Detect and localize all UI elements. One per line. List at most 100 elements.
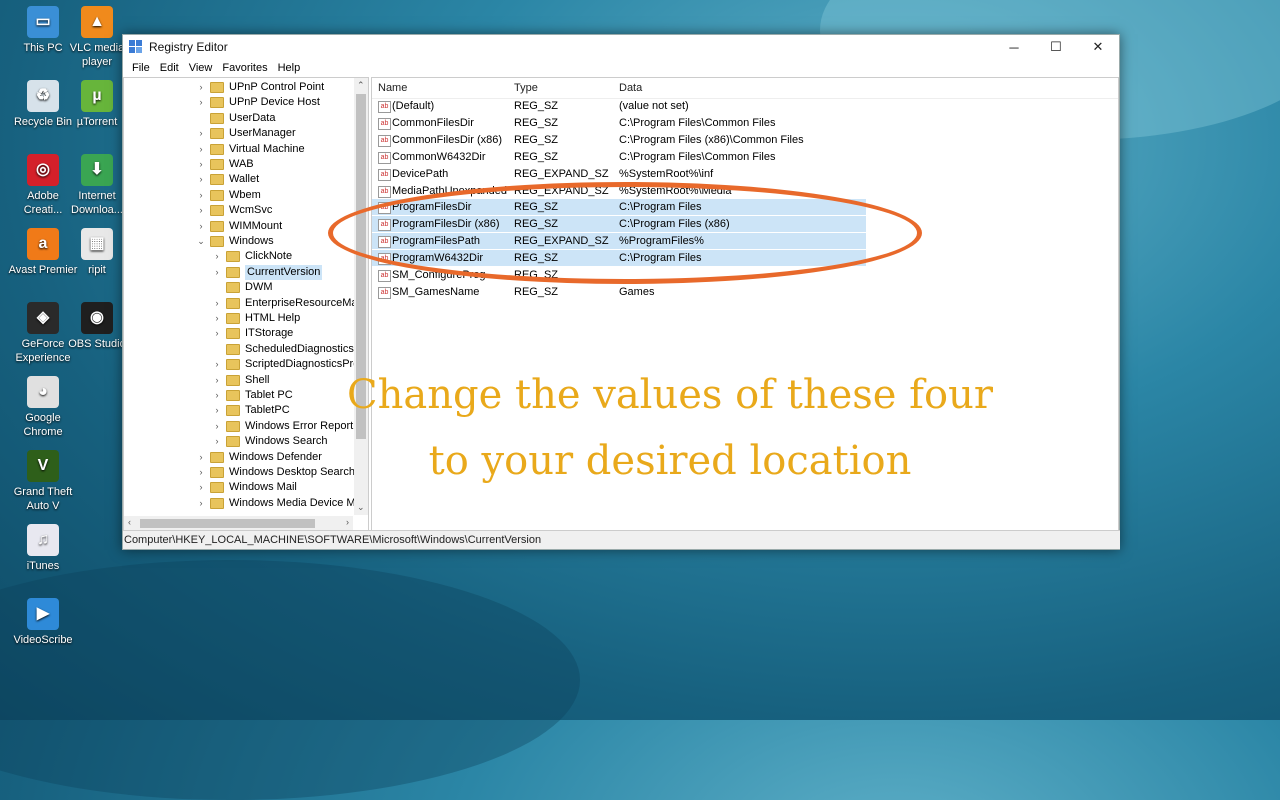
menu-edit[interactable]: Edit <box>155 59 184 77</box>
chevron-right-icon[interactable]: › <box>196 219 206 234</box>
folder-icon <box>226 420 240 432</box>
tree-item-label: WIMMount <box>229 219 283 232</box>
chevron-right-icon[interactable]: › <box>212 296 222 311</box>
chevron-right-icon[interactable]: › <box>212 311 222 326</box>
chevron-right-icon[interactable]: › <box>196 465 206 480</box>
list-row[interactable]: ab (Default) REG_SZ (value not set) <box>372 98 866 114</box>
tree-item[interactable]: › UPnP Device Host <box>196 95 320 110</box>
list-row[interactable]: ab SM_GamesName REG_SZ Games <box>372 284 866 300</box>
chevron-right-icon[interactable]: › <box>196 172 206 187</box>
tree-item[interactable]: › Windows Mail <box>196 480 297 495</box>
string-value-icon: ab <box>378 151 391 164</box>
chevron-right-icon[interactable]: › <box>212 434 222 449</box>
tree-item[interactable]: › Wbem <box>196 188 261 203</box>
chevron-right-icon[interactable]: › <box>212 388 222 403</box>
scroll-down-icon[interactable]: ⌄ <box>357 502 365 513</box>
string-value-icon: ab <box>378 286 391 299</box>
list-row[interactable]: ab DevicePath REG_EXPAND_SZ %SystemRoot%\in… <box>372 166 866 182</box>
tree-item[interactable]: › WAB <box>196 157 254 172</box>
tree-item[interactable]: › Shell <box>212 373 269 388</box>
desktop-app-icon: ▦ <box>81 228 113 260</box>
chevron-right-icon[interactable]: › <box>196 203 206 218</box>
tree-item[interactable]: › UserManager <box>196 126 296 141</box>
chevron-right-icon[interactable]: › <box>196 480 206 495</box>
chevron-right-icon[interactable]: › <box>212 357 222 372</box>
tree-item[interactable]: › WIMMount <box>196 219 282 234</box>
list-row[interactable]: ab CommonW6432Dir REG_SZ C:\Program Files\C… <box>372 149 866 165</box>
tree-item[interactable]: › HTML Help <box>212 311 300 326</box>
chevron-right-icon[interactable]: › <box>212 265 222 280</box>
tree-item[interactable]: ScheduledDiagnostics <box>212 342 354 357</box>
menu-favorites[interactable]: Favorites <box>217 59 272 77</box>
chevron-right-icon[interactable]: › <box>212 326 222 341</box>
desktop-app-icon: a <box>27 228 59 260</box>
chevron-right-icon[interactable]: › <box>212 249 222 264</box>
list-row[interactable]: ab CommonFilesDir (x86) REG_SZ C:\Program F… <box>372 132 866 148</box>
menu-file[interactable]: File <box>127 59 155 77</box>
maximize-button[interactable]: ☐ <box>1035 35 1077 59</box>
chevron-right-icon[interactable]: › <box>196 157 206 172</box>
tree-item[interactable]: › UPnP Control Point <box>196 80 324 95</box>
list-row[interactable]: ab CommonFilesDir REG_SZ C:\Program Files\C… <box>372 115 866 131</box>
chevron-right-icon[interactable]: › <box>196 126 206 141</box>
column-header-data[interactable]: Data <box>619 82 642 94</box>
annotation-circle <box>328 182 922 284</box>
desktop-app-icon: ▭ <box>27 6 59 38</box>
scroll-right-icon[interactable]: › <box>346 517 349 527</box>
chevron-right-icon[interactable]: › <box>212 419 222 434</box>
folder-icon <box>226 374 240 386</box>
desktop-icon[interactable]: ▶ VideoScribe <box>8 598 78 647</box>
menu-view[interactable]: View <box>184 59 218 77</box>
tree-item-label: Windows Error Reportin <box>245 419 362 432</box>
tree-item[interactable]: › TabletPC <box>212 403 290 418</box>
tree-horizontal-scroll-thumb[interactable] <box>140 519 315 528</box>
tree-item[interactable]: › Virtual Machine <box>196 142 305 157</box>
tree-item[interactable]: › Windows Defender <box>196 450 322 465</box>
value-data: (value not set) <box>619 100 689 112</box>
chevron-down-icon[interactable]: ⌄ <box>196 234 206 249</box>
chevron-right-icon[interactable]: › <box>196 188 206 203</box>
value-data: Games <box>619 285 655 298</box>
tree-item[interactable]: › Wallet <box>196 172 259 187</box>
tree-item[interactable]: › Windows Error Reportin <box>212 419 362 434</box>
chevron-right-icon[interactable]: › <box>196 450 206 465</box>
desktop-icon[interactable]: V Grand Theft Auto V <box>8 450 78 513</box>
desktop-icon[interactable]: ◕ Google Chrome <box>8 376 78 439</box>
minimize-button[interactable]: ─ <box>993 35 1035 59</box>
tree-item[interactable]: › Windows Media Device Ma <box>196 496 362 511</box>
chevron-right-icon[interactable]: › <box>196 142 206 157</box>
column-header-type[interactable]: Type <box>514 82 538 94</box>
tree-item[interactable]: › Tablet PC <box>212 388 293 403</box>
column-header-name[interactable]: Name <box>378 82 407 94</box>
chevron-right-icon[interactable]: › <box>196 80 206 95</box>
status-bar-path: Computer\HKEY_LOCAL_MACHINE\SOFTWARE\Mic… <box>123 530 1120 549</box>
chevron-right-icon[interactable]: › <box>196 95 206 110</box>
close-button[interactable]: ✕ <box>1077 35 1119 59</box>
tree-horizontal-scrollbar[interactable]: ‹ › <box>124 516 353 530</box>
folder-icon <box>226 343 240 355</box>
tree-item[interactable]: › Windows Desktop Search <box>196 465 355 480</box>
scroll-up-icon[interactable]: ⌃ <box>357 80 365 91</box>
folder-icon <box>226 328 240 340</box>
tree-item-label: TabletPC <box>245 404 290 417</box>
tree-item[interactable]: ⌄ Windows <box>196 234 274 249</box>
tree-item[interactable]: › WcmSvc <box>196 203 272 218</box>
tree-item[interactable]: › ITStorage <box>212 326 293 341</box>
chevron-right-icon[interactable]: › <box>212 373 222 388</box>
tree-item[interactable]: › CurrentVersion <box>212 264 323 280</box>
title-bar[interactable]: Registry Editor ─ ☐ ✕ <box>123 35 1119 59</box>
menu-help[interactable]: Help <box>273 59 306 77</box>
tree-item[interactable]: DWM <box>212 280 273 295</box>
tree-item[interactable]: › EnterpriseResourceMana <box>212 296 368 311</box>
chevron-right-icon[interactable]: › <box>212 403 222 418</box>
desktop-icon[interactable]: ♫ iTunes <box>8 524 78 573</box>
value-type: REG_SZ <box>514 133 559 146</box>
tree-item[interactable]: UserData <box>196 111 275 126</box>
tree-item[interactable]: › ScriptedDiagnosticsProv <box>212 357 365 372</box>
tree-item[interactable]: › Windows Search <box>212 434 328 449</box>
folder-icon <box>210 82 224 93</box>
scroll-left-icon[interactable]: ‹ <box>128 517 131 527</box>
chevron-right-icon[interactable]: › <box>196 496 206 511</box>
desktop-icon-label: Google Chrome <box>23 412 63 438</box>
tree-item[interactable]: › ClickNote <box>212 249 292 264</box>
